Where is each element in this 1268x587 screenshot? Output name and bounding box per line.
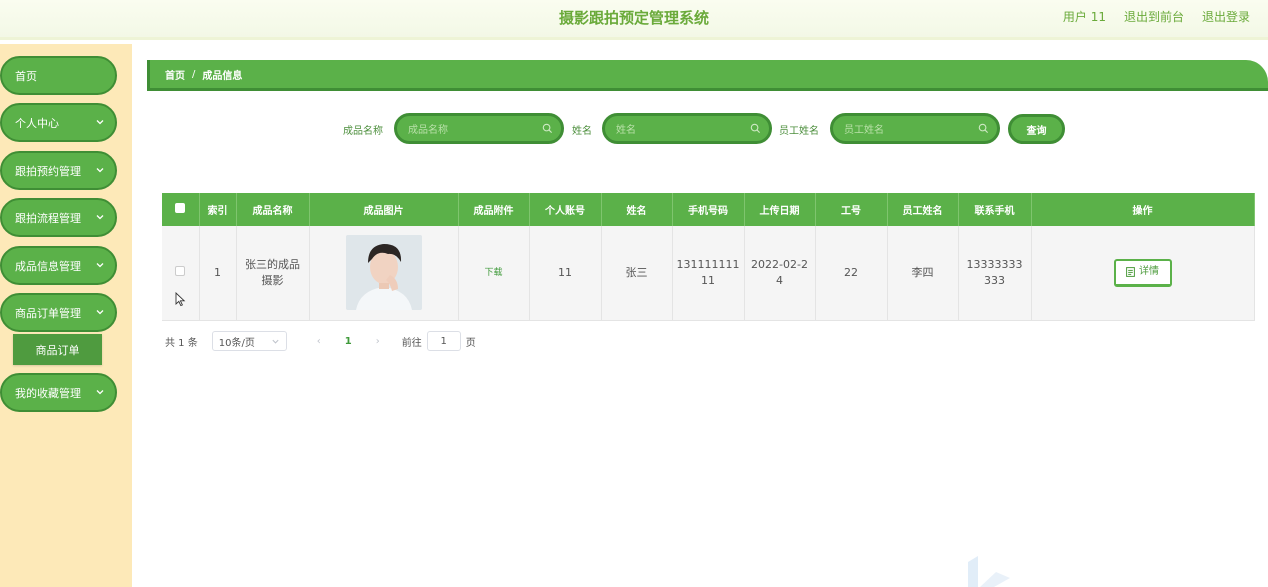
page-suffix: 页	[465, 337, 476, 349]
chevron-down-icon	[96, 263, 104, 268]
query-button[interactable]: 查询	[1008, 114, 1065, 144]
sidebar-item-label: 商品订单管理	[15, 306, 81, 320]
document-icon	[1126, 267, 1135, 278]
data-table: 索引 成品名称 成品图片 成品附件 个人账号 姓名 手机号码 上传日期 工号 员…	[162, 193, 1255, 321]
chevron-down-icon	[96, 390, 104, 395]
prev-page-button[interactable]: ‹	[317, 336, 321, 347]
column-header: 员工姓名	[887, 193, 959, 226]
page-size-select[interactable]: 10条/页	[211, 331, 287, 351]
row-checkbox[interactable]	[175, 265, 186, 276]
breadcrumb-home[interactable]: 首页	[165, 67, 185, 82]
column-header: 成品附件	[458, 193, 530, 226]
current-page-number[interactable]: 1	[345, 336, 352, 347]
sidebar-item-label: 个人中心	[15, 116, 59, 130]
staff-no-cell: 22	[815, 226, 888, 321]
logout-link[interactable]: 退出登录	[1202, 8, 1250, 25]
sidebar-item-home[interactable]: 首页	[0, 56, 117, 95]
sidebar: 首页 个人中心 跟拍预约管理 跟拍流程管理 成品信息管理 商品订单管理 商品订单…	[0, 44, 132, 587]
total-count: 共 1 条	[165, 337, 198, 349]
name-label: 姓名	[572, 126, 592, 137]
column-header: 工号	[815, 193, 888, 226]
header-links: 用户 11 退出到前台 退出登录	[1063, 8, 1250, 25]
action-cell: 详情	[1031, 226, 1255, 321]
search-icon	[750, 123, 761, 134]
chevron-down-icon	[96, 120, 104, 125]
column-header: 成品名称	[236, 193, 310, 226]
page-size-value: 10条/页	[218, 337, 255, 349]
download-link[interactable]: 下载	[484, 268, 502, 278]
sidebar-item-shoot-process[interactable]: 跟拍流程管理	[0, 198, 117, 237]
breadcrumb: 首页 / 成品信息	[147, 60, 1268, 91]
product-name-input[interactable]: 成品名称	[394, 113, 564, 144]
sidebar-item-personal-center[interactable]: 个人中心	[0, 103, 117, 142]
chevron-down-icon	[96, 215, 104, 220]
column-header: 联系手机	[958, 193, 1032, 226]
table-row: 1 张三的成品摄影 下载 11 张三 13111111111 2022-02-2…	[162, 226, 1255, 321]
exit-to-front-link[interactable]: 退出到前台	[1124, 8, 1184, 25]
search-icon	[542, 123, 553, 134]
chevron-down-icon	[96, 310, 104, 315]
name-input[interactable]: 姓名	[602, 113, 772, 144]
goto-label: 前往	[401, 337, 422, 349]
chevron-down-icon	[272, 339, 279, 344]
sidebar-item-label: 首页	[15, 69, 37, 83]
pagination: 共 1 条 10条/页 ‹ 1 › 前往 1 页	[165, 331, 476, 351]
next-page-button[interactable]: ›	[376, 336, 380, 347]
staff-name-label: 员工姓名	[779, 126, 819, 137]
staff-name-cell: 李四	[887, 226, 959, 321]
product-name-cell: 张三的成品摄影	[236, 226, 310, 321]
upload-date-cell: 2022-02-24	[744, 226, 816, 321]
product-thumbnail	[345, 235, 422, 311]
sidebar-item-shoot-booking[interactable]: 跟拍预约管理	[0, 151, 117, 190]
detail-button-label: 详情	[1139, 266, 1159, 278]
chevron-down-icon	[96, 168, 104, 173]
goto-page-input[interactable]: 1	[426, 331, 461, 351]
select-all-header[interactable]	[162, 193, 200, 226]
product-name-placeholder: 成品名称	[408, 125, 448, 136]
name-cell: 张三	[601, 226, 673, 321]
sidebar-item-order-management[interactable]: 商品订单管理	[0, 293, 117, 332]
sidebar-item-favorites[interactable]: 我的收藏管理	[0, 373, 117, 412]
select-all-checkbox[interactable]	[175, 203, 186, 213]
user-label[interactable]: 用户 11	[1063, 8, 1106, 25]
breadcrumb-separator: /	[192, 68, 196, 80]
watermark-logo-icon	[968, 556, 1010, 587]
column-header: 索引	[199, 193, 237, 226]
column-header: 个人账号	[529, 193, 602, 226]
breadcrumb-current: 成品信息	[202, 70, 243, 82]
account-cell: 11	[529, 226, 602, 321]
column-header: 成品图片	[309, 193, 459, 226]
staff-name-input[interactable]: 员工姓名	[830, 113, 1000, 144]
detail-button[interactable]: 详情	[1113, 258, 1172, 287]
sidebar-item-label: 跟拍流程管理	[15, 211, 81, 225]
column-header: 姓名	[601, 193, 673, 226]
sidebar-subitem-orders[interactable]: 商品订单	[13, 334, 102, 365]
product-image-cell	[309, 226, 459, 321]
contact-phone-cell: 13333333333	[958, 226, 1032, 321]
name-placeholder: 姓名	[616, 125, 636, 136]
table-header-row: 索引 成品名称 成品图片 成品附件 个人账号 姓名 手机号码 上传日期 工号 员…	[162, 193, 1255, 226]
index-cell: 1	[199, 226, 237, 321]
attachment-cell: 下载	[458, 226, 530, 321]
mouse-cursor-icon	[175, 292, 186, 307]
phone-cell: 13111111111	[672, 226, 745, 321]
column-header: 手机号码	[672, 193, 745, 226]
top-header: 摄影跟拍预定管理系统 用户 11 退出到前台 退出登录	[0, 0, 1268, 40]
column-header: 操作	[1031, 193, 1255, 226]
sidebar-item-product-info[interactable]: 成品信息管理	[0, 246, 117, 285]
column-header: 上传日期	[744, 193, 816, 226]
sidebar-item-label: 我的收藏管理	[15, 386, 81, 400]
sidebar-item-label: 成品信息管理	[15, 259, 81, 273]
staff-name-placeholder: 员工姓名	[844, 125, 884, 136]
sidebar-item-label: 跟拍预约管理	[15, 164, 81, 178]
search-icon	[978, 123, 989, 134]
product-name-label: 成品名称	[343, 126, 383, 137]
